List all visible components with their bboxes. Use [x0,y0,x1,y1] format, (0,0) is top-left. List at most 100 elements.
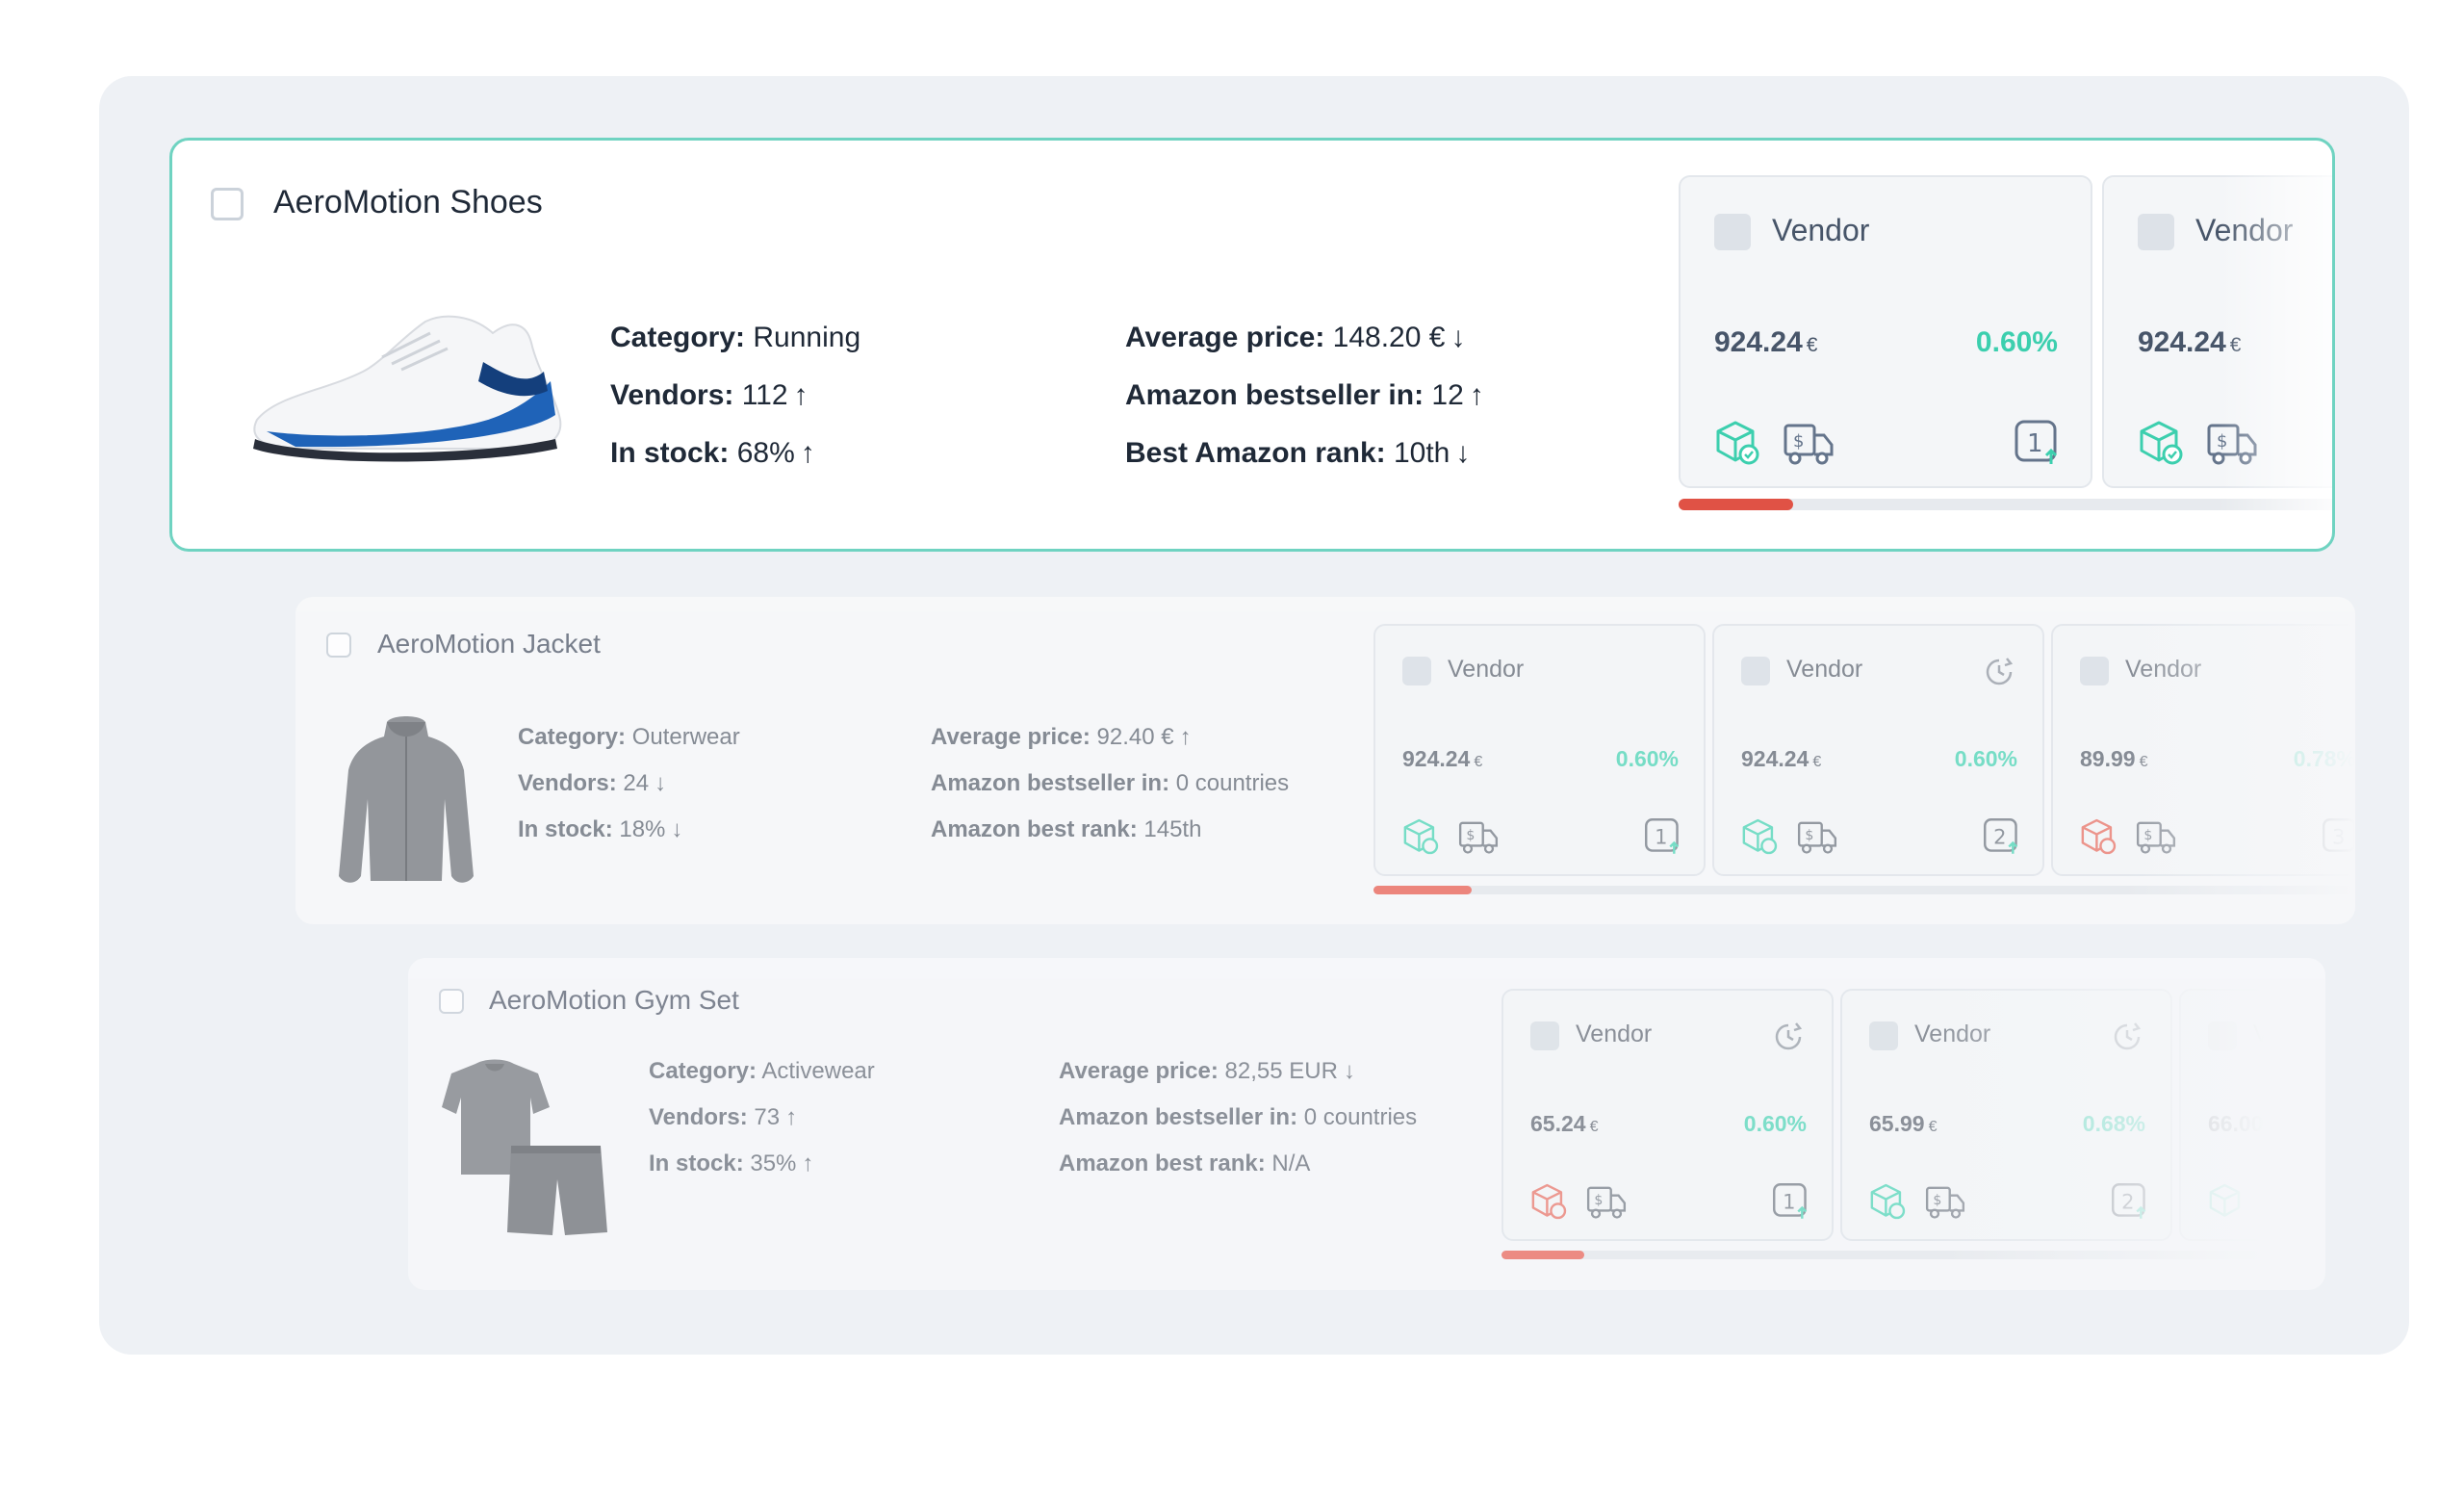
progress-track [1679,499,2332,510]
vendor-checkbox[interactable] [1530,1021,1559,1050]
product-card-gym-set[interactable]: AeroMotion Gym Set Category: Activewear … [408,958,2325,1290]
vendor-price: 65.24 € [1530,1111,1599,1136]
box-check-icon [1716,421,1759,465]
truck-dollar-icon: $ [2207,424,2257,465]
product-checkbox[interactable] [211,188,244,220]
vendor-label: Vendor [1786,656,1863,683]
product-info-left: Category: Activewear Vendors: 73 ↑ In sto… [649,1058,875,1176]
vendor-label: Vendor [2253,1021,2325,1047]
vendor-checkbox[interactable] [2138,214,2174,250]
svg-text:1: 1 [1783,1190,1795,1213]
truck-dollar-icon: $ [1925,1186,1965,1219]
vendor-label: Vendor [2125,656,2202,683]
progress-track [1502,1251,2325,1259]
vendor-price: 924.24 € [2138,326,2242,358]
box-alert-icon [1531,1183,1567,1220]
vendor-percent: 0.60% [1975,326,2058,358]
vendor-checkbox[interactable] [2208,1021,2237,1050]
product-title: AeroMotion Jacket [377,629,601,659]
box-check-icon [2140,421,2183,465]
vendor-price: 89.99 € [2080,746,2148,771]
progress-track [1373,886,2355,894]
svg-text:$: $ [2143,828,2152,843]
product-info-left: Category: Outerwear Vendors: 24 ↓ In stoc… [518,724,740,842]
box-check-icon [2209,1183,2241,1217]
vendor-card[interactable]: Vendor 65.24 € 0.60% $ 1 [1502,989,1834,1241]
svg-text:1: 1 [2027,429,2043,458]
vendor-strip[interactable]: Vendor 924.24 € 0.60% $ 1 Vendor 924.24 € … [1373,624,2355,903]
progress-fill [1502,1251,1584,1259]
svg-text:2: 2 [1993,825,2006,848]
svg-text:$: $ [1933,1193,1941,1208]
shoe-image [253,315,562,462]
product-title: AeroMotion Shoes [273,184,543,220]
vendor-strip[interactable]: Vendor 65.24 € 0.60% $ 1 Vendor 65.99 € 0.… [1502,989,2325,1268]
svg-text:1: 1 [1655,825,1667,848]
vendor-percent: 0.68% [2082,1111,2145,1136]
vendor-percent: 0.78% [2293,746,2355,771]
vendor-price: 66.00 € [2208,1111,2276,1136]
product-info-right: Average price: 92.40 € ↑ Amazon bestselle… [931,724,1290,842]
rank-up-icon: 3 [2323,818,2355,852]
product-title: AeroMotion Gym Set [489,985,739,1015]
vendor-percent: 0.60% [1615,746,1679,771]
vendor-checkbox[interactable] [1714,214,1751,250]
vendor-strip[interactable]: Vendor 924.24 € 0.60% $ 1 Vendor 924.24 € … [1679,175,2332,522]
vendor-price: 65.99 € [1869,1111,1938,1136]
svg-text:$: $ [1594,1193,1603,1208]
product-info-left: Category: Running Vendors: 112 ↑ In stock… [610,322,861,469]
jacket-image [339,716,474,883]
product-checkbox[interactable] [439,989,464,1014]
rank-up-icon: 2 [1984,818,2018,854]
product-checkbox[interactable] [326,633,351,658]
svg-text:2: 2 [2121,1190,2134,1213]
rank-up-icon: 1 [2015,420,2058,464]
vendor-checkbox[interactable] [1402,657,1431,685]
product-card-shoes[interactable]: AeroMotion Shoes Category: Running Vendo… [169,138,2335,552]
vendor-price: 924.24 € [1714,326,1818,358]
rank-up-icon: 1 [1773,1183,1808,1219]
clock-refresh-icon[interactable] [1771,1020,1806,1054]
product-info-right: Average price: 82,55 EUR ↓ Amazon bestsel… [1059,1058,1418,1176]
clock-refresh-icon[interactable] [1982,655,2016,689]
truck-dollar-icon [2264,1186,2304,1212]
product-card-jacket[interactable]: AeroMotion Jacket Category: Outerwear Ve… [295,597,2355,924]
vendor-checkbox[interactable] [1869,1021,1898,1050]
truck-dollar-icon: $ [2136,821,2176,854]
vendor-price: 924.24 € [1402,746,1483,771]
vendor-card[interactable]: Vendor 66.00 € [2179,989,2325,1241]
vendor-card[interactable]: Vendor 65.99 € 0.68% $ 2 [1840,989,2172,1241]
svg-text:3: 3 [2332,825,2345,848]
vendor-percent: 0.60% [1743,1111,1807,1136]
box-alert-icon [2081,818,2117,855]
vendor-percent: 0.60% [1954,746,2017,771]
vendor-checkbox[interactable] [2080,657,2109,685]
svg-text:$: $ [1793,431,1804,452]
box-check-icon [1403,818,1439,855]
vendor-card[interactable]: Vendor 924.24 € 0.60% $ 1 [1679,175,2092,488]
vendor-label: Vendor [2195,213,2294,247]
vendor-checkbox[interactable] [1741,657,1770,685]
truck-dollar-icon: $ [1784,424,1834,465]
vendor-label: Vendor [1772,213,1870,247]
progress-fill [1679,499,1793,510]
vendor-label: Vendor [1448,656,1525,683]
vendor-card[interactable]: Vendor 924.24 € 0.60% $ 1 [1373,624,1706,876]
truck-dollar-icon: $ [1797,821,1837,854]
box-check-icon [1742,818,1778,855]
product-info-right: Average price: 148.20 € ↓ Amazon bestsell… [1125,322,1484,469]
svg-text:$: $ [2217,431,2227,452]
vendor-label: Vendor [1914,1021,1991,1047]
rank-up-icon: 1 [1645,818,1680,854]
svg-text:$: $ [1805,828,1813,843]
vendor-card[interactable]: Vendor 924.24 € 0.60% $ 2 [1712,624,2044,876]
vendor-card[interactable]: Vendor 89.99 € 0.78% $ 3 [2051,624,2355,876]
truck-dollar-icon: $ [1586,1186,1627,1219]
progress-fill [1373,886,1472,894]
truck-dollar-icon: $ [1458,821,1499,854]
vendor-card[interactable]: Vendor 924.24 € $ [2102,175,2332,488]
rank-up-icon: 2 [2112,1183,2146,1219]
clock-refresh-icon[interactable] [2110,1020,2144,1054]
vendor-price: 924.24 € [1741,746,1822,771]
box-check-icon [1870,1183,1906,1220]
